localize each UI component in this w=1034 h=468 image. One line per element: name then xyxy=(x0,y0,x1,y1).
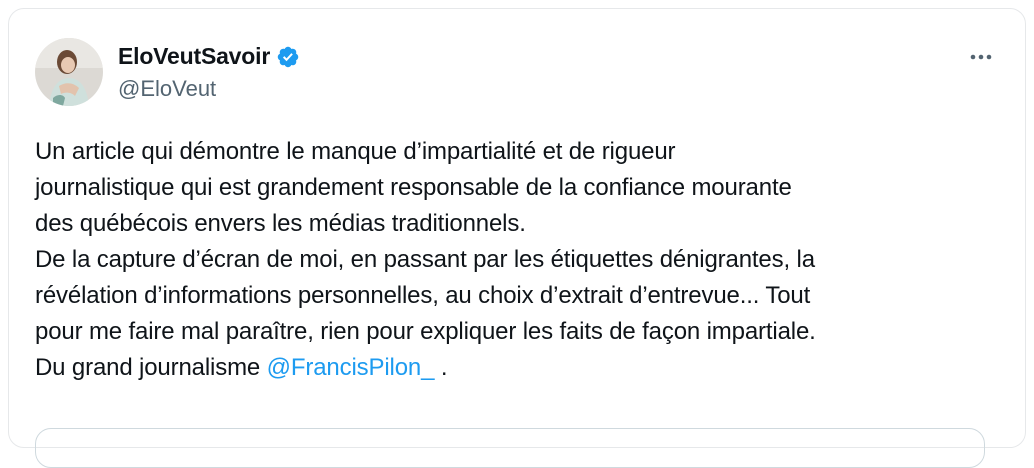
author-handle[interactable]: @EloVeut xyxy=(118,76,216,102)
tweet-line-prefix: Du grand journalisme xyxy=(35,354,267,381)
tweet-line: journalistique qui est grandement respon… xyxy=(35,174,792,201)
tweet-line: pour me faire mal paraître, rien pour ex… xyxy=(35,318,816,345)
tweet-line-suffix: . xyxy=(434,354,448,381)
tweet-line: De la capture d’écran de moi, en passant… xyxy=(35,246,815,273)
avatar[interactable] xyxy=(35,38,103,106)
quoted-embed-card[interactable] xyxy=(35,428,985,468)
tweet-line: révélation d’informations personnelles, … xyxy=(35,282,811,309)
more-horizontal-icon xyxy=(970,54,992,60)
tweet-last-line: Du grand journalisme @FrancisPilon_ . xyxy=(35,350,1010,386)
profile-photo-icon xyxy=(35,38,103,106)
tweet-line: Un article qui démontre le manque d’impa… xyxy=(35,138,676,165)
author-display-name[interactable]: EloVeutSavoir xyxy=(118,43,300,70)
tweet-line: des québécois envers les médias traditio… xyxy=(35,210,526,237)
more-options-button[interactable] xyxy=(964,42,998,72)
tweet-text: Un article qui démontre le manque d’impa… xyxy=(35,134,1010,386)
display-name-text: EloVeutSavoir xyxy=(118,43,271,69)
mention-link[interactable]: @FrancisPilon_ xyxy=(267,354,435,381)
verified-badge-icon[interactable] xyxy=(276,45,300,69)
